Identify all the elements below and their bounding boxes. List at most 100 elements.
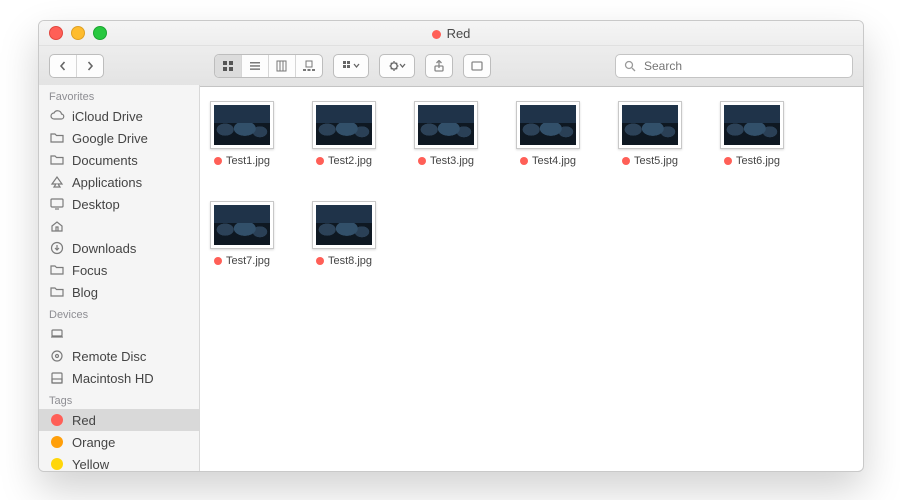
file-tag-dot	[622, 157, 630, 165]
zoom-window-button[interactable]	[93, 26, 107, 40]
tags-button[interactable]	[463, 54, 491, 78]
sidebar-item[interactable]: Red	[39, 409, 199, 431]
folder-icon	[49, 262, 65, 278]
title-tag-dot	[432, 30, 441, 39]
hdd-icon	[49, 370, 65, 386]
file-thumbnail	[312, 201, 376, 249]
file-thumbnail	[618, 101, 682, 149]
sidebar-item[interactable]: Downloads	[39, 237, 199, 259]
file-tag-dot	[520, 157, 528, 165]
file-name: Test6.jpg	[724, 155, 780, 167]
sidebar-item-label: Applications	[72, 175, 142, 190]
search-icon	[624, 60, 636, 72]
sidebar-item[interactable]: Orange	[39, 431, 199, 453]
sidebar-item[interactable]: Blog	[39, 281, 199, 303]
sidebar-item-label: Yellow	[72, 457, 109, 472]
tag-dot-icon	[49, 412, 65, 428]
file-item[interactable]: Test3.jpg	[414, 101, 478, 167]
view-mode-switcher	[214, 54, 323, 78]
finder-window: Red Favorit	[38, 20, 864, 472]
folder-icon	[49, 284, 65, 300]
search-input[interactable]	[642, 58, 844, 74]
file-thumbnail	[312, 101, 376, 149]
file-item[interactable]: Test5.jpg	[618, 101, 682, 167]
folder-icon	[49, 130, 65, 146]
sidebar-item-label: Downloads	[72, 241, 136, 256]
sidebar-item[interactable]: Remote Disc	[39, 345, 199, 367]
window-controls	[49, 26, 107, 40]
sidebar-item[interactable]: Yellow	[39, 453, 199, 471]
tag-dot-icon	[49, 456, 65, 471]
file-name: Test3.jpg	[418, 155, 474, 167]
icon-view-button[interactable]	[215, 55, 241, 77]
sidebar-section-header: Favorites	[39, 85, 199, 105]
window-title: Red	[39, 26, 863, 41]
file-item[interactable]: Test1.jpg	[210, 101, 274, 167]
column-view-button[interactable]	[268, 55, 295, 77]
file-name: Test1.jpg	[214, 155, 270, 167]
file-thumbnail	[720, 101, 784, 149]
sidebar-section-header: Devices	[39, 303, 199, 323]
file-thumbnail	[210, 101, 274, 149]
sidebar-item[interactable]: Focus	[39, 259, 199, 281]
file-thumbnail	[516, 101, 580, 149]
sidebar-item[interactable]: Applications	[39, 171, 199, 193]
sidebar-item-label: Red	[72, 413, 96, 428]
sidebar-item[interactable]	[39, 215, 199, 237]
sidebar-item[interactable]: iCloud Drive	[39, 105, 199, 127]
sidebar: Favorites iCloud Drive Google Drive Documen…	[39, 85, 200, 471]
file-name: Test5.jpg	[622, 155, 678, 167]
sidebar-item-label: Orange	[72, 435, 115, 450]
laptop-icon	[49, 326, 65, 342]
file-name: Test7.jpg	[214, 255, 270, 267]
file-tag-dot	[418, 157, 426, 165]
gallery-view-button[interactable]	[295, 55, 322, 77]
forward-button[interactable]	[76, 55, 103, 77]
file-item[interactable]: Test7.jpg	[210, 201, 274, 267]
list-view-button[interactable]	[241, 55, 268, 77]
sidebar-item-label: Remote Disc	[72, 349, 146, 364]
sidebar-item[interactable]: Google Drive	[39, 127, 199, 149]
file-name: Test2.jpg	[316, 155, 372, 167]
file-tag-dot	[316, 157, 324, 165]
file-name: Test4.jpg	[520, 155, 576, 167]
sidebar-item-label: Google Drive	[72, 131, 148, 146]
download-icon	[49, 240, 65, 256]
file-item[interactable]: Test6.jpg	[720, 101, 784, 167]
sidebar-item[interactable]	[39, 323, 199, 345]
desktop-icon	[49, 196, 65, 212]
file-item[interactable]: Test4.jpg	[516, 101, 580, 167]
share-button[interactable]	[425, 54, 453, 78]
tag-dot-icon	[49, 434, 65, 450]
file-item[interactable]: Test8.jpg	[312, 201, 376, 267]
back-button[interactable]	[50, 55, 76, 77]
file-name: Test8.jpg	[316, 255, 372, 267]
sidebar-item-label: Focus	[72, 263, 107, 278]
close-window-button[interactable]	[49, 26, 63, 40]
sidebar-item-label: Desktop	[72, 197, 120, 212]
file-thumbnail	[210, 201, 274, 249]
sidebar-section-header: Tags	[39, 389, 199, 409]
toolbar	[39, 46, 863, 87]
sidebar-item-label: Documents	[72, 153, 138, 168]
folder-icon	[49, 152, 65, 168]
action-menu[interactable]	[379, 54, 415, 78]
file-thumbnail	[414, 101, 478, 149]
sidebar-item[interactable]: Desktop	[39, 193, 199, 215]
sidebar-item[interactable]: Macintosh HD	[39, 367, 199, 389]
app-icon	[49, 174, 65, 190]
sidebar-item[interactable]: Documents	[39, 149, 199, 171]
minimize-window-button[interactable]	[71, 26, 85, 40]
file-tag-dot	[214, 257, 222, 265]
home-icon	[49, 218, 65, 234]
sidebar-item-label: iCloud Drive	[72, 109, 143, 124]
file-tag-dot	[214, 157, 222, 165]
group-by-menu[interactable]	[333, 54, 369, 78]
file-tag-dot	[724, 157, 732, 165]
search-field[interactable]	[615, 54, 853, 78]
cloud-icon	[49, 108, 65, 124]
sidebar-item-label: Macintosh HD	[72, 371, 154, 386]
sidebar-item-label: Blog	[72, 285, 98, 300]
file-item[interactable]: Test2.jpg	[312, 101, 376, 167]
disc-icon	[49, 348, 65, 364]
